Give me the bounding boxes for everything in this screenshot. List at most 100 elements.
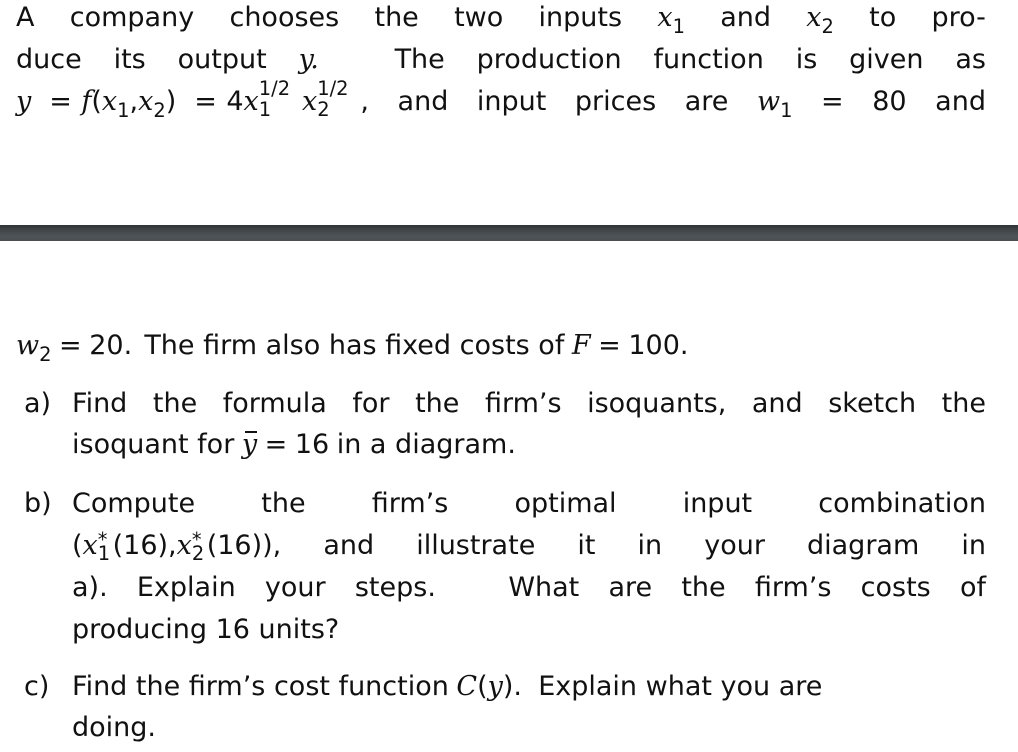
- word: Explain: [136, 572, 236, 603]
- text-fragment: in a diagram.: [336, 429, 516, 460]
- math-w1: w1: [757, 82, 793, 122]
- word: and: [935, 86, 986, 117]
- math-w2: w2: [16, 326, 52, 366]
- math-var: y: [487, 671, 503, 702]
- word: input: [682, 488, 753, 519]
- word: the: [261, 488, 306, 519]
- math-var: f: [81, 86, 92, 117]
- item-label: b): [24, 488, 52, 519]
- math-var: x: [806, 2, 822, 33]
- word: as: [955, 44, 986, 75]
- intro-text: The firm also has fixed costs of: [144, 330, 565, 361]
- word: firm’s: [754, 572, 832, 603]
- word: illustrate: [416, 530, 536, 561]
- math-supsub: 1/2 2: [317, 77, 360, 121]
- text-line: duce its output y. The production functi…: [16, 40, 986, 80]
- math-arg: (16),: [112, 530, 177, 561]
- word: the: [415, 388, 460, 419]
- word: are: [608, 572, 653, 603]
- word: given: [849, 44, 924, 75]
- word: to: [869, 2, 897, 33]
- math-var: x: [101, 86, 118, 117]
- math-ybar: y: [242, 425, 257, 465]
- math-eq: =: [598, 330, 621, 361]
- word: your: [704, 530, 765, 561]
- math-paren: ).: [502, 671, 523, 702]
- word: Compute: [72, 488, 196, 519]
- math-paren: (: [91, 86, 102, 117]
- optimal-combination-expr: (x * 1 (16),x * 2 (16)),: [72, 526, 281, 566]
- word: costs: [860, 572, 931, 603]
- word: it: [577, 530, 596, 561]
- word: Find: [72, 388, 128, 419]
- word: of: [959, 572, 986, 603]
- word: is: [795, 44, 818, 75]
- math-var: w: [756, 86, 781, 117]
- text-line: Compute the firm’s optimal input combina…: [72, 484, 986, 524]
- cost-function-expr: C(y).: [456, 667, 522, 707]
- math-sub: 2: [39, 342, 52, 366]
- math-sub: 2: [317, 98, 330, 122]
- word: firm’s: [484, 388, 562, 419]
- word: and: [720, 2, 771, 33]
- text-line: y = f(x1,x2) = 4x 1/2 1 x 1/2 2, and input pric…: [16, 77, 986, 122]
- word: your: [264, 572, 326, 603]
- text-fragment: producing 16 units?: [72, 614, 340, 645]
- text-fragment: Find the firm’s cost function: [72, 671, 449, 702]
- page-break-divider: [0, 225, 1018, 241]
- math-var: x: [82, 530, 98, 561]
- math-eq: =: [194, 86, 217, 117]
- text-line: w2 = 20. The firm also has fixed costs o…: [16, 326, 986, 366]
- w2-value: 20.: [89, 330, 133, 361]
- w1-value: 80: [872, 86, 907, 117]
- text-fragment: isoquant for: [72, 429, 235, 460]
- word: two: [454, 2, 504, 33]
- word: function: [653, 44, 764, 75]
- math-supsub: * 1: [98, 527, 113, 565]
- text-fragment: Explain what you are: [538, 671, 823, 702]
- math-var: x: [657, 2, 673, 33]
- math-sub: 2: [821, 14, 834, 38]
- word: chooses: [229, 2, 340, 33]
- math-paren: ): [165, 86, 177, 117]
- math-var: x: [176, 530, 192, 561]
- text-fragment: doing.: [72, 712, 156, 743]
- word: The: [394, 44, 445, 75]
- math-var-y: y.: [298, 44, 319, 75]
- word: the: [152, 388, 198, 419]
- text-line: a). Explain your steps. What are the fir…: [72, 568, 986, 608]
- word: the: [941, 388, 986, 419]
- math-sub: 1: [672, 14, 685, 38]
- word: in: [961, 530, 986, 561]
- word: firm’s: [371, 488, 449, 519]
- math-var: x: [138, 86, 154, 117]
- word: for: [352, 388, 390, 419]
- math-sub: 2: [153, 98, 166, 122]
- math-arg: (16)),: [206, 530, 282, 561]
- production-function: y = f(x1,x2) = 4x 1/2 1 x 1/2 2,: [16, 77, 369, 122]
- F-value: 100.: [628, 330, 689, 361]
- math-var: w: [16, 330, 40, 361]
- word: input: [476, 86, 547, 117]
- word: are: [684, 86, 729, 117]
- word: and: [397, 86, 449, 117]
- item-label: c): [24, 671, 50, 702]
- item-label: a): [24, 388, 52, 419]
- math-sub: 1: [117, 98, 130, 122]
- math-eq: =: [49, 86, 72, 117]
- math-paren: (: [72, 530, 83, 561]
- word: company: [69, 2, 195, 33]
- math-paren: (: [477, 671, 488, 702]
- word: the: [374, 2, 419, 33]
- word: sketch: [828, 388, 917, 419]
- math-supsub: 1/2 1: [259, 77, 302, 121]
- word: a).: [72, 572, 108, 603]
- math-var: y: [16, 86, 32, 117]
- word: formula: [222, 388, 327, 419]
- word: combination: [818, 488, 986, 519]
- text-line: producing 16 units?: [72, 610, 986, 650]
- word: A: [16, 2, 35, 33]
- math-eq: =: [59, 330, 82, 361]
- word: and: [323, 530, 375, 561]
- text-line: doing.: [72, 708, 986, 748]
